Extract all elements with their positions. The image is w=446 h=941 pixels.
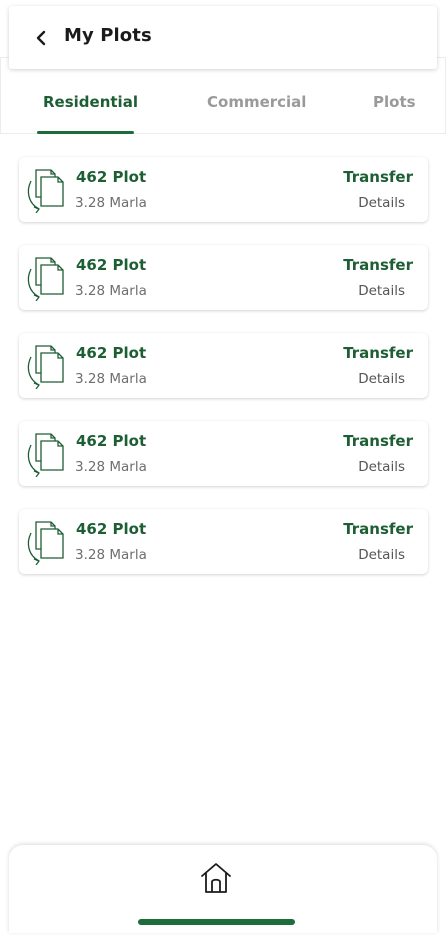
back-button[interactable]: [31, 26, 51, 50]
details-link[interactable]: Details: [358, 371, 405, 387]
transfer-link[interactable]: Transfer: [343, 168, 413, 186]
home-button[interactable]: [199, 861, 233, 895]
plot-card[interactable]: 462 Plot 3.28 Marla Transfer Details: [19, 509, 428, 574]
plot-name: 462 Plot: [76, 344, 147, 362]
plot-card[interactable]: 462 Plot 3.28 Marla Transfer Details: [19, 157, 428, 222]
chevron-left-icon: [36, 30, 46, 46]
documents-transfer-icon: [27, 345, 64, 389]
plot-size: 3.28 Marla: [75, 195, 147, 211]
plot-size: 3.28 Marla: [75, 547, 147, 563]
details-link[interactable]: Details: [358, 547, 405, 563]
documents-transfer-icon: [27, 433, 64, 477]
plot-size: 3.28 Marla: [75, 371, 147, 387]
transfer-link[interactable]: Transfer: [343, 256, 413, 274]
documents-transfer-icon: [27, 521, 64, 565]
bottom-navigation: [9, 845, 437, 933]
plot-size: 3.28 Marla: [75, 283, 147, 299]
transfer-link[interactable]: Transfer: [343, 344, 413, 362]
home-icon: [201, 863, 231, 893]
plot-name: 462 Plot: [76, 432, 147, 450]
active-tab-indicator: [37, 131, 134, 134]
tab-plots[interactable]: Plots: [373, 93, 416, 111]
tab-residential[interactable]: Residential: [43, 93, 138, 111]
plot-card[interactable]: 462 Plot 3.28 Marla Transfer Details: [19, 333, 428, 398]
details-link[interactable]: Details: [358, 459, 405, 475]
app-header: My Plots: [9, 6, 437, 69]
plot-card[interactable]: 462 Plot 3.28 Marla Transfer Details: [19, 245, 428, 310]
documents-transfer-icon: [27, 257, 64, 301]
page-title: My Plots: [64, 25, 152, 46]
plot-list: 462 Plot 3.28 Marla Transfer Details 462…: [19, 157, 428, 597]
plot-name: 462 Plot: [76, 520, 147, 538]
plot-card[interactable]: 462 Plot 3.28 Marla Transfer Details: [19, 421, 428, 486]
details-link[interactable]: Details: [358, 195, 405, 211]
plot-name: 462 Plot: [76, 256, 147, 274]
transfer-link[interactable]: Transfer: [343, 520, 413, 538]
details-link[interactable]: Details: [358, 283, 405, 299]
plot-size: 3.28 Marla: [75, 459, 147, 475]
plot-name: 462 Plot: [76, 168, 147, 186]
transfer-link[interactable]: Transfer: [343, 432, 413, 450]
documents-transfer-icon: [27, 169, 64, 213]
home-indicator: [138, 919, 295, 925]
tab-commercial[interactable]: Commercial: [207, 93, 306, 111]
